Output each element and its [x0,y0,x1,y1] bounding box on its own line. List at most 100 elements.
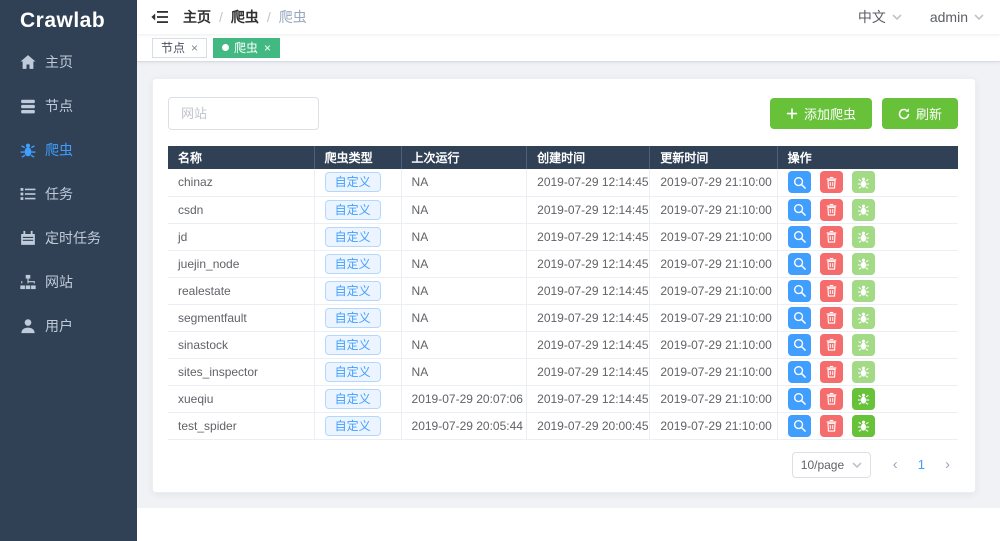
view-spider-button[interactable] [788,415,811,437]
delete-spider-button[interactable] [820,226,843,248]
view-spider-button[interactable] [788,307,811,329]
home-icon [20,54,36,70]
sidebar-item-spiders[interactable]: 爬虫 [0,128,137,172]
view-spider-button[interactable] [788,388,811,410]
create-time-cell: 2019-07-29 12:14:45 [527,277,650,304]
spiders-table: 名称 爬虫类型 上次运行 创建时间 更新时间 操作 chinaz [168,146,958,440]
page-size-value: 10/page [801,458,844,472]
table-row: segmentfault 自定义 NA 2019-07-29 12:14:45 … [168,304,958,331]
run-spider-button[interactable] [852,415,875,437]
plus-icon [786,108,798,120]
actions-cell [777,277,958,304]
table-row: sinastock 自定义 NA 2019-07-29 12:14:45 201… [168,331,958,358]
view-spider-button[interactable] [788,171,811,193]
delete-spider-button[interactable] [820,415,843,437]
breadcrumb-separator: / [219,9,223,25]
breadcrumb-home[interactable]: 主页 [183,7,211,27]
run-spider-button[interactable] [852,334,875,356]
view-magnifier-icon [793,176,806,189]
delete-spider-button[interactable] [820,199,843,221]
view-spider-button[interactable] [788,226,811,248]
delete-spider-button[interactable] [820,388,843,410]
last-run-cell: NA [401,223,527,250]
spider-type-cell: 自定义 [314,223,401,250]
app-root: Crawlab 主页 节点 爬虫 [0,0,1000,541]
breadcrumb-spiders[interactable]: 爬虫 [231,7,259,27]
prev-page-button[interactable]: ‹ [885,456,906,473]
run-spider-button[interactable] [852,226,875,248]
refresh-button[interactable]: 刷新 [882,98,958,129]
table-body: chinaz 自定义 NA 2019-07-29 12:14:45 2019-0… [168,169,958,439]
sidebar-item-label: 定时任务 [45,228,101,248]
last-run-cell: NA [401,196,527,223]
delete-spider-button[interactable] [820,280,843,302]
sidebar: Crawlab 主页 节点 爬虫 [0,0,137,541]
sidebar-item-nodes[interactable]: 节点 [0,84,137,128]
delete-spider-button[interactable] [820,361,843,383]
username-label: admin [930,9,968,25]
toolbar-buttons: 添加爬虫 刷新 [770,98,958,129]
delete-spider-button[interactable] [820,307,843,329]
actions-cell [777,304,958,331]
spider-type-tag: 自定义 [325,254,381,274]
fold-sidebar-icon[interactable] [151,10,169,24]
table-header-row: 名称 爬虫类型 上次运行 创建时间 更新时间 操作 [168,146,958,169]
page-size-select[interactable]: 10/page [792,452,871,478]
delete-spider-button[interactable] [820,334,843,356]
delete-spider-button[interactable] [820,171,843,193]
view-magnifier-icon [793,284,806,297]
delete-spider-button[interactable] [820,253,843,275]
view-magnifier-icon [793,365,806,378]
next-page-button[interactable]: › [937,456,958,473]
view-spider-button[interactable] [788,361,811,383]
delete-trash-icon [825,311,838,324]
actions-cell [777,196,958,223]
sidebar-item-sites[interactable]: 网站 [0,260,137,304]
spider-type-tag: 自定义 [325,308,381,328]
user-menu[interactable]: admin [930,9,984,25]
view-spider-button[interactable] [788,280,811,302]
last-run-cell: 2019-07-29 20:05:44 [401,412,527,439]
sidebar-item-tasks[interactable]: 任务 [0,172,137,216]
table-row: jd 自定义 NA 2019-07-29 12:14:45 2019-07-29… [168,223,958,250]
view-spider-button[interactable] [788,334,811,356]
run-bug-icon [857,284,870,297]
run-spider-button[interactable] [852,280,875,302]
last-run-cell: NA [401,331,527,358]
create-time-cell: 2019-07-29 12:14:45 [527,331,650,358]
spider-type-cell: 自定义 [314,169,401,196]
actions-cell [777,358,958,385]
add-spider-button[interactable]: 添加爬虫 [770,98,872,129]
tab-spiders[interactable]: 爬虫 × [213,38,280,58]
run-bug-icon [857,311,870,324]
add-spider-label: 添加爬虫 [804,104,856,123]
tab-nodes[interactable]: 节点 × [152,38,207,58]
current-page[interactable]: 1 [910,457,933,472]
language-selector[interactable]: 中文 [858,7,902,27]
spider-type-cell: 自定义 [314,412,401,439]
sidebar-item-users[interactable]: 用户 [0,304,137,348]
run-spider-button[interactable] [852,199,875,221]
close-icon[interactable]: × [191,42,198,54]
spider-type-tag: 自定义 [325,200,381,220]
table-row: test_spider 自定义 2019-07-29 20:05:44 2019… [168,412,958,439]
run-spider-button[interactable] [852,388,875,410]
run-spider-button[interactable] [852,171,875,193]
search-input[interactable] [168,97,319,130]
sidebar-item-home[interactable]: 主页 [0,40,137,84]
run-spider-button[interactable] [852,253,875,275]
spider-name-cell: sinastock [168,331,314,358]
update-time-cell: 2019-07-29 21:10:00 [650,331,777,358]
last-run-cell: NA [401,250,527,277]
run-spider-button[interactable] [852,307,875,329]
nodes-icon [20,98,36,114]
spider-type-tag: 自定义 [325,389,381,409]
sidebar-menu: 主页 节点 爬虫 任务 [0,40,137,348]
sidebar-item-schedules[interactable]: 定时任务 [0,216,137,260]
close-icon[interactable]: × [264,42,271,54]
breadcrumb: 主页 / 爬虫 / 爬虫 [183,7,307,27]
view-spider-button[interactable] [788,253,811,275]
view-spider-button[interactable] [788,199,811,221]
view-magnifier-icon [793,338,806,351]
run-spider-button[interactable] [852,361,875,383]
